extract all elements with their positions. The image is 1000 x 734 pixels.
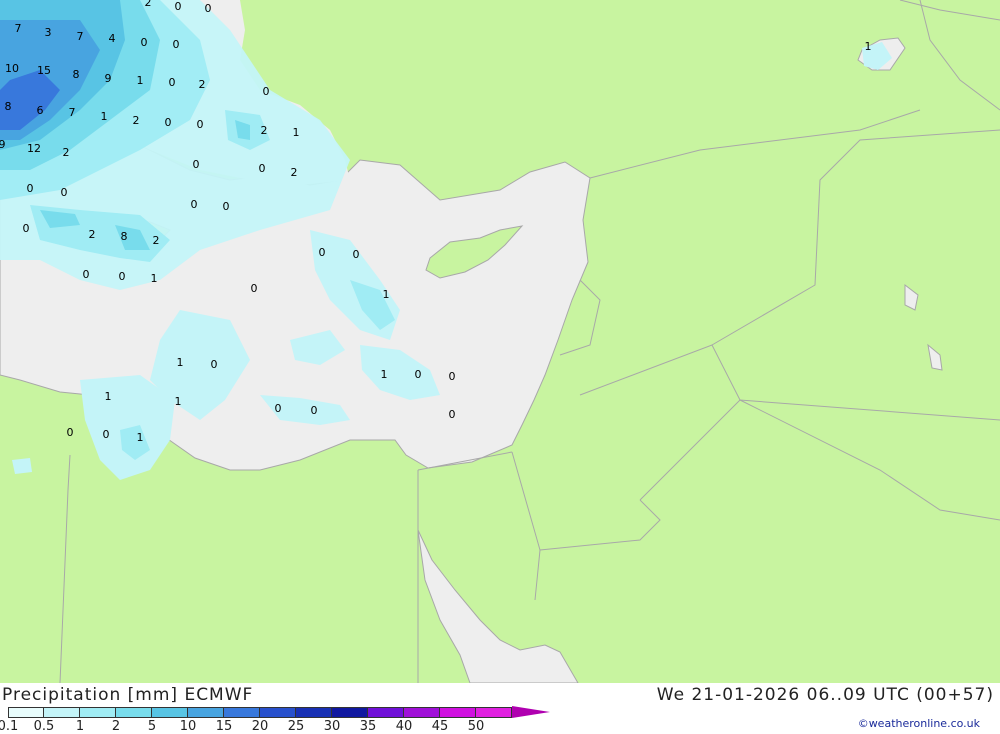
- precip-value-label: 7: [15, 22, 22, 35]
- legend-tick-label: 15: [215, 719, 233, 734]
- precip-value-label: 0: [169, 76, 176, 89]
- precip-value-label: 0: [275, 402, 282, 415]
- precip-value-label: 1: [137, 431, 144, 444]
- precip-value-label: 1: [177, 356, 184, 369]
- precip-value-label: 0: [103, 428, 110, 441]
- precip-value-label: 0: [175, 0, 182, 13]
- precip-value-label: 2: [261, 124, 268, 137]
- precip-value-label: 0: [263, 85, 270, 98]
- legend-swatch: [188, 707, 224, 718]
- precip-value-label: 1: [175, 395, 182, 408]
- legend-swatch: [332, 707, 368, 718]
- precip-value-label: 0: [197, 118, 204, 131]
- legend-tick-label: 40: [395, 719, 413, 734]
- precip-value-label: 0: [259, 162, 266, 175]
- legend-tick-label: 50: [467, 719, 485, 734]
- precip-value-label: 0: [67, 426, 74, 439]
- precip-value-label: 2: [89, 228, 96, 241]
- legend-swatch: [116, 707, 152, 718]
- precip-value-label: 0: [165, 116, 172, 129]
- legend-swatch: [152, 707, 188, 718]
- legend-swatch: [440, 707, 476, 718]
- precip-value-label: 0: [311, 404, 318, 417]
- precip-value-label: 0: [205, 2, 212, 15]
- precip-value-label: 0: [83, 268, 90, 281]
- precip-value-label: 2: [145, 0, 152, 9]
- legend-tick-label: 2: [111, 719, 121, 734]
- legend-tick-label: 10: [179, 719, 197, 734]
- precip-value-label: 7: [69, 106, 76, 119]
- color-legend: [8, 706, 550, 718]
- legend-swatch: [44, 707, 80, 718]
- legend-tick-label: 45: [431, 719, 449, 734]
- legend-swatch: [8, 707, 44, 718]
- legend-tick-label: 35: [359, 719, 377, 734]
- legend-swatch: [296, 707, 332, 718]
- precip-value-label: 2: [291, 166, 298, 179]
- precip-value-label: 0: [173, 38, 180, 51]
- precip-value-label: 1: [151, 272, 158, 285]
- precip-value-label: 0: [449, 408, 456, 421]
- legend-swatch: [368, 707, 404, 718]
- precipitation-map: 7 3 7 4 0 02 0 010 15 8 9 1 0 208 6 7 1 2 0 0 2 19 12 20 0 20 00 00…: [0, 0, 1000, 683]
- precip-value-label: 8: [73, 68, 80, 81]
- precip-value-label: 1: [137, 74, 144, 87]
- legend-tick-label: 5: [147, 719, 157, 734]
- legend-tick-label: 30: [323, 719, 341, 734]
- legend-swatch: [224, 707, 260, 718]
- precip-value-label: 0: [119, 270, 126, 283]
- precip-value-label: 1: [383, 288, 390, 301]
- legend-swatch: [80, 707, 116, 718]
- precip-value-label: 3: [45, 26, 52, 39]
- legend-tick-label: 0.1: [0, 719, 19, 734]
- precip-value-label: 1: [381, 368, 388, 381]
- precip-value-label: 0: [353, 248, 360, 261]
- precip-value-label: 10: [5, 62, 19, 75]
- precip-value-label: 0: [61, 186, 68, 199]
- precip-value-label: 2: [133, 114, 140, 127]
- precip-value-label: 0: [191, 198, 198, 211]
- precip-value-label: 7: [77, 30, 84, 43]
- precip-value-label: 0: [319, 246, 326, 259]
- legend-swatch: [476, 707, 512, 718]
- legend-swatch: [404, 707, 440, 718]
- map-footer: Precipitation [mm] ECMWF We 21-01-2026 0…: [0, 683, 1000, 734]
- precip-value-label: 0: [23, 222, 30, 235]
- legend-tick-label: 1: [75, 719, 85, 734]
- precip-value-label: 1: [101, 110, 108, 123]
- precip-value-label: 0: [193, 158, 200, 171]
- precip-value-label: 0: [449, 370, 456, 383]
- forecast-datetime: We 21-01-2026 06..09 UTC (00+57): [656, 685, 994, 705]
- precip-value-label: 0: [27, 182, 34, 195]
- precip-value-label: 2: [63, 146, 70, 159]
- precip-value-label: 0: [211, 358, 218, 371]
- precip-value-label: 9: [0, 138, 6, 151]
- precip-value-label: 1: [865, 40, 872, 53]
- precip-value-label: 9: [105, 72, 112, 85]
- legend-tick-label: 0.5: [33, 719, 55, 734]
- precip-value-label: 1: [105, 390, 112, 403]
- legend-tick-label: 20: [251, 719, 269, 734]
- precip-value-label: 15: [37, 64, 51, 77]
- precip-value-label: 2: [199, 78, 206, 91]
- map-title: Precipitation [mm] ECMWF: [2, 685, 254, 705]
- precip-value-label: 12: [27, 142, 41, 155]
- legend-tick-label: 25: [287, 719, 305, 734]
- precip-value-label: 4: [109, 32, 116, 45]
- precip-value-label: 0: [223, 200, 230, 213]
- legend-arrow: [512, 706, 550, 718]
- precip-value-label: 8: [5, 100, 12, 113]
- precip-value-label: 0: [141, 36, 148, 49]
- precip-value-label: 0: [415, 368, 422, 381]
- precip-value-label: 8: [121, 230, 128, 243]
- precip-value-label: 2: [153, 234, 160, 247]
- precip-value-label: 1: [293, 126, 300, 139]
- precip-value-label: 6: [37, 104, 44, 117]
- legend-swatch: [260, 707, 296, 718]
- credit-link[interactable]: ©weatheronline.co.uk: [858, 717, 980, 730]
- precip-value-label: 0: [251, 282, 258, 295]
